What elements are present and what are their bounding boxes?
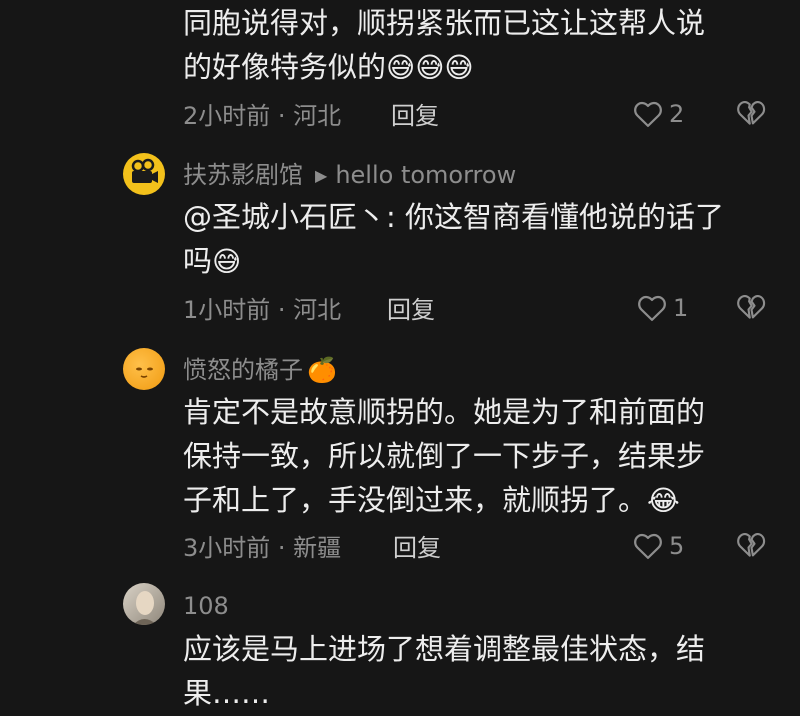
comment-text-line: 吗: [183, 244, 213, 278]
avatar[interactable]: [123, 348, 165, 390]
comment-text-line: 同胞说得对，顺拐紧张而已这让这帮人说: [183, 6, 706, 40]
like-button[interactable]: 5: [633, 531, 684, 561]
comment-meta: 2小时前 · 河北: [183, 102, 342, 130]
comment-item: 同胞说得对，顺拐紧张而已这让这帮人说 的好像特务似的😅😅😅 2小时前 · 河北 …: [0, 0, 800, 140]
like-count: 5: [669, 532, 685, 560]
comment-text-line: 应该是马上进场了想着调整最佳状态，结: [183, 632, 706, 666]
orange-emoji: 🍊: [307, 356, 337, 384]
portrait-icon: [133, 591, 157, 625]
heart-outline-icon: [634, 101, 662, 127]
like-count: 1: [673, 294, 689, 322]
movie-camera-icon: [131, 158, 158, 183]
emoji: 😅😅😅: [386, 51, 474, 84]
comment-text-line: 果……: [183, 676, 271, 710]
avatar[interactable]: [123, 583, 165, 625]
reply-button[interactable]: 回复: [391, 101, 439, 131]
like-button[interactable]: 2: [633, 99, 684, 129]
comment-meta: 1小时前 · 河北: [183, 296, 342, 324]
dislike-button[interactable]: [736, 531, 766, 563]
comment-text: 应该是马上进场了想着调整最佳状态，结 果……: [183, 627, 753, 715]
heart-outline-icon: [634, 533, 662, 559]
dislike-button[interactable]: [736, 293, 766, 325]
play-icon: ▶: [315, 166, 328, 185]
comment-text-line: @圣城小石匠丶: 你这智商看懂他说的话了: [183, 200, 724, 234]
reply-button[interactable]: 回复: [387, 295, 435, 325]
comment-text-line: 子和上了，手没倒过来，就顺拐了。: [183, 483, 648, 517]
comment-text: 肯定不是故意顺拐的。她是为了和前面的 保持一致，所以就倒了一下步子，结果步 子和…: [183, 390, 753, 523]
comment-item: 愤怒的橘子 🍊 肯定不是故意顺拐的。她是为了和前面的 保持一致，所以就倒了一下步子…: [0, 340, 800, 575]
comment-text: @圣城小石匠丶: 你这智商看懂他说的话了 吗😅: [183, 195, 753, 284]
comment-text-line: 保持一致，所以就倒了一下步子，结果步: [183, 439, 706, 473]
heart-outline-icon: [638, 295, 666, 321]
comment-text: 同胞说得对，顺拐紧张而已这让这帮人说 的好像特务似的😅😅😅: [183, 1, 753, 90]
comment-text-line: 的好像特务似的: [183, 50, 387, 84]
comment-item: 扶苏影剧馆 ▶ hello tomorrow @圣城小石匠丶: 你这智商看懂他说的话…: [0, 140, 800, 340]
comment-item: 108 应该是马上进场了想着调整最佳状态，结 果……: [0, 575, 800, 716]
music-title: hello tomorrow: [335, 161, 517, 189]
emoji: 😅: [212, 245, 242, 278]
orange-face-icon: [136, 367, 153, 378]
like-button[interactable]: 1: [637, 293, 688, 323]
comment-text-line: 肯定不是故意顺拐的。她是为了和前面的: [183, 395, 706, 429]
comment-username[interactable]: 扶苏影剧馆 ▶ hello tomorrow: [183, 160, 516, 191]
broken-heart-icon: [737, 294, 766, 319]
avatar[interactable]: [123, 153, 165, 195]
broken-heart-icon: [737, 100, 766, 125]
comment-username[interactable]: 愤怒的橘子 🍊: [183, 355, 337, 385]
like-count: 2: [669, 100, 685, 128]
emoji: 😂: [647, 484, 680, 517]
dislike-button[interactable]: [736, 99, 766, 131]
reply-button[interactable]: 回复: [393, 533, 441, 563]
broken-heart-icon: [737, 532, 766, 557]
comment-meta: 3小时前 · 新疆: [183, 534, 342, 562]
comment-username[interactable]: 108: [183, 591, 229, 621]
